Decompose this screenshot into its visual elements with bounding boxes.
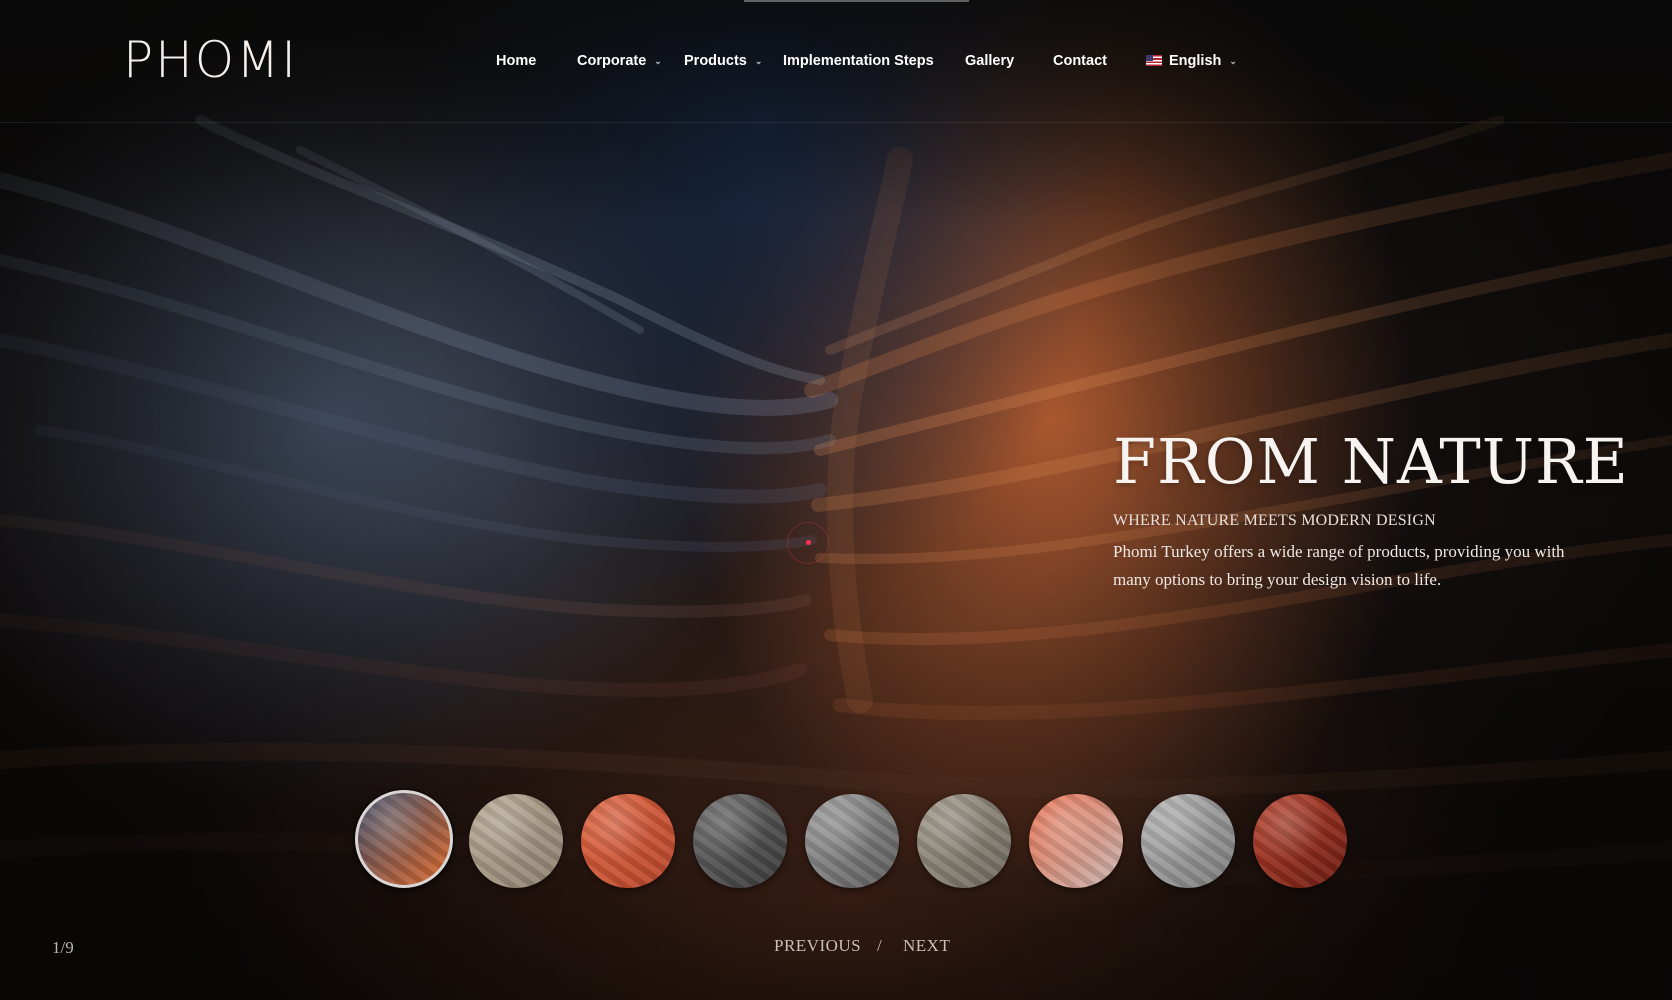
nav-home-label: Home [496,53,537,69]
slide-progress-indicator [744,0,969,2]
nav-products-label: Products [684,53,747,69]
language-selector[interactable]: English ⌄ [1146,50,1237,73]
slide-thumbnails [355,790,1347,890]
thumbnail-light-grey-granite[interactable] [1141,794,1235,888]
pager-separator: / [877,936,883,955]
thumbnail-red-rock[interactable] [1253,794,1347,888]
nav-implementation-steps[interactable]: Implementation Steps [783,50,934,72]
thumbnail-grey-marble[interactable] [805,794,899,888]
thumbnail-beige-stone[interactable] [469,794,563,888]
nav-contact[interactable]: Contact [1053,50,1107,72]
slide-title: FROM NATURE [1113,425,1629,498]
cursor-dot-icon [806,540,811,545]
slide-description: Phomi Turkey offers a wide range of prod… [1113,542,1565,589]
phomi-logo[interactable]: PHOMI [123,32,298,88]
nav-home[interactable]: Home [496,50,536,72]
thumbnail-orange-sandstone[interactable] [581,794,675,888]
us-flag-icon [1146,55,1162,66]
slide-subtitle: WHERE NATURE MEETS MODERN DESIGN [1113,512,1436,529]
language-label: English [1169,53,1222,69]
thumbnail-dark-slate[interactable] [693,794,787,888]
thumbnail-taupe-stone[interactable] [917,794,1011,888]
nav-corporate-label: Corporate [577,53,647,69]
nav-corporate[interactable]: Corporate ⌄ [577,50,662,73]
nav-implementation-steps-label: Implementation Steps [783,53,934,69]
thumbnail-canyon-sunset[interactable] [1029,794,1123,888]
nav-products[interactable]: Products ⌄ [684,50,762,73]
chevron-down-icon: ⌄ [1229,56,1237,66]
thumbnail-canyon-blue-orange[interactable] [355,790,453,888]
previous-button[interactable]: PREVIOUS [774,936,861,956]
site-header: PHOMI Home Corporate ⌄ Products ⌄ Implemen… [0,0,1672,123]
next-button[interactable]: NEXT [903,936,950,956]
chevron-down-icon: ⌄ [654,56,662,66]
slide-counter: 1/9 [52,938,74,957]
chevron-down-icon: ⌄ [754,56,763,66]
nav-contact-label: Contact [1053,53,1107,69]
nav-gallery[interactable]: Gallery [965,50,1014,72]
nav-gallery-label: Gallery [965,53,1015,69]
